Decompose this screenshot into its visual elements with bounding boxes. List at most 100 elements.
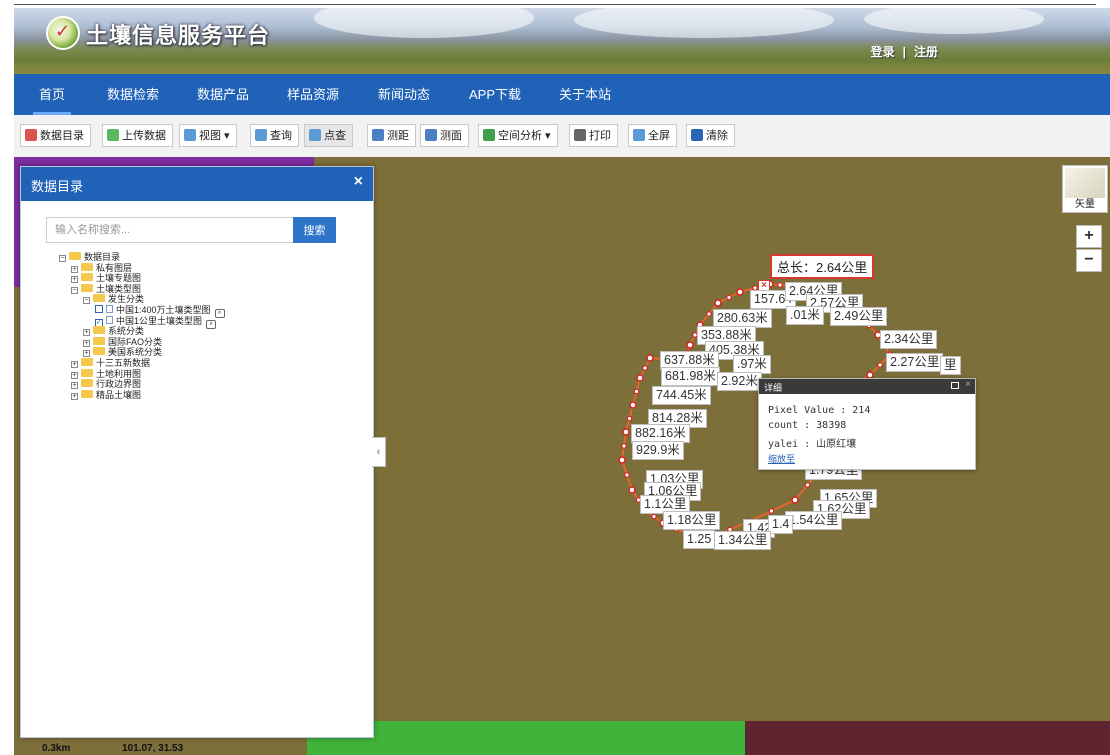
folder-icon (81, 379, 93, 388)
clear-icon (691, 129, 703, 141)
panel-collapse-handle[interactable]: ‹ (372, 437, 386, 467)
print-button[interactable]: 打印 (569, 124, 618, 147)
toolbar: 数据目录 上传数据 视图 ▾ 查询 点查 测距 测面 空间分析 ▾ 打印 全屏 … (14, 115, 1110, 158)
tree-node[interactable]: − 发生分类 (59, 294, 225, 305)
tree-node[interactable]: − 数据目录 (59, 252, 225, 263)
query-button[interactable]: 查询 (250, 124, 299, 147)
zoom-to-link[interactable]: 缩放至 (768, 452, 795, 465)
expand-icon[interactable]: + (71, 276, 78, 284)
folder-icon (69, 252, 81, 260)
nav-item-data-products[interactable]: 数据产品 (197, 74, 249, 115)
auth-links: 登录 | 注册 (867, 43, 942, 60)
nav-item-app-download[interactable]: APP下载 (469, 74, 521, 115)
catalog-button[interactable]: 数据目录 (20, 124, 91, 147)
nav-item-about[interactable]: 关于本站 (559, 74, 611, 115)
folder-icon (81, 262, 93, 271)
query-icon (255, 129, 267, 141)
folder-icon (81, 283, 93, 292)
folder-icon (93, 326, 105, 335)
tree-node[interactable]: 中国1:400万土壤类型图 ⌕ (59, 304, 225, 318)
clear-button[interactable]: 清除 (686, 124, 735, 147)
tree-node-label: 土壤类型图 (96, 283, 142, 294)
tree-node[interactable]: ✓ 中国1公里土壤类型图 ⌕ (59, 315, 225, 329)
close-icon[interactable]: × (965, 379, 971, 390)
measure-area-button[interactable]: 测面 (420, 124, 469, 147)
tree-node-label: 中国1:400万土壤类型图 (116, 304, 211, 315)
tree-node[interactable]: + 国际FAO分类 (59, 336, 225, 348)
folder-icon (93, 336, 105, 345)
tree-node[interactable]: + 土地利用图 (59, 368, 225, 380)
collapse-icon[interactable]: − (71, 286, 78, 294)
fullscreen-icon (633, 129, 645, 141)
upload-button[interactable]: 上传数据 (102, 124, 173, 147)
layer-file-icon (106, 304, 113, 313)
main-nav: 首页 数据检索 数据产品 样品资源 新闻动态 APP下载 关于本站 (14, 74, 1110, 115)
nav-item-news[interactable]: 新闻动态 (378, 74, 430, 115)
panel-header: 数据目录 × (21, 167, 373, 201)
layer-file-icon (106, 315, 113, 324)
tree-node-label: 行政边界图 (96, 379, 142, 390)
layer-checkbox[interactable] (95, 304, 103, 313)
tree-node-label: 国际FAO分类 (108, 336, 163, 347)
expand-icon[interactable]: + (83, 339, 90, 347)
basemap-label: 矢量 (1075, 199, 1095, 210)
maximize-icon[interactable] (951, 382, 959, 389)
tree-node[interactable]: + 行政边界图 (59, 379, 225, 390)
area-icon (425, 129, 437, 141)
basemap-switcher[interactable]: 矢量 (1062, 165, 1108, 213)
expand-icon[interactable]: + (83, 350, 90, 358)
tree-node[interactable]: + 系统分类 (59, 326, 225, 337)
measure-distance-button[interactable]: 测距 (367, 124, 416, 147)
analysis-icon (483, 129, 495, 141)
print-icon (574, 129, 586, 141)
point-query-button[interactable]: 点查 (304, 124, 353, 147)
tree-node[interactable]: + 精品土壤图 (59, 389, 225, 401)
folder-icon (81, 357, 93, 366)
expand-icon[interactable]: + (71, 392, 78, 400)
site-title: 土壤信息服务平台 (86, 23, 271, 48)
expand-icon[interactable]: + (71, 371, 78, 379)
folder-icon (81, 389, 93, 398)
tree-node-label: 土壤专题图 (96, 273, 142, 284)
popup-title: 详细 (764, 383, 783, 393)
tree-node-label: 十三五新数据 (96, 357, 151, 368)
feature-popup: 详细 × Pixel Value : 214 count : 38398 yal… (758, 378, 976, 470)
tree-node[interactable]: + 土壤专题图 (59, 273, 225, 284)
tree-node[interactable]: + 十三五新数据 (59, 357, 225, 369)
panel-close-icon[interactable]: × (354, 173, 363, 191)
view-icon (184, 129, 196, 141)
basemap-thumbnail (1065, 168, 1105, 198)
collapse-icon[interactable]: − (59, 255, 66, 262)
folder-icon (81, 273, 93, 282)
nav-item-home[interactable]: 首页 (32, 74, 72, 115)
register-link[interactable]: 注册 (914, 45, 938, 59)
collapse-icon[interactable]: − (83, 297, 90, 305)
zoom-out-button[interactable]: − (1076, 249, 1102, 272)
expand-icon[interactable]: + (71, 382, 78, 390)
catalog-search-input[interactable] (46, 217, 293, 243)
tree-node-label: 精品土壤图 (96, 389, 142, 400)
upload-icon (107, 129, 119, 141)
expand-icon[interactable]: + (83, 329, 90, 337)
logo-icon: ✓ (46, 16, 80, 50)
expand-icon[interactable]: + (71, 265, 78, 273)
expand-icon[interactable]: + (71, 360, 78, 368)
fullscreen-button[interactable]: 全屏 (628, 124, 677, 147)
tree-node-label: 私有图层 (96, 262, 133, 273)
tree-node[interactable]: − 土壤类型图 (59, 283, 225, 295)
folder-icon (81, 368, 93, 377)
view-dropdown[interactable]: 视图 ▾ (179, 124, 237, 147)
catalog-search-button[interactable]: 搜索 (293, 217, 336, 243)
login-link[interactable]: 登录 (871, 45, 895, 59)
folder-icon (93, 347, 105, 356)
cursor-coordinates: 101.07, 31.53 (122, 743, 184, 754)
nav-item-data-search[interactable]: 数据检索 (107, 74, 159, 115)
tree-node[interactable]: + 美国系统分类 (59, 347, 225, 358)
zoom-in-button[interactable]: + (1076, 225, 1102, 248)
folder-icon (93, 294, 105, 303)
tree-node-label: 数据目录 (84, 252, 121, 262)
spatial-analysis-dropdown[interactable]: 空间分析 ▾ (478, 124, 558, 147)
nav-item-samples[interactable]: 样品资源 (287, 74, 339, 115)
tree-node[interactable]: + 私有图层 (59, 262, 225, 274)
tree-node-label: 系统分类 (108, 326, 145, 337)
